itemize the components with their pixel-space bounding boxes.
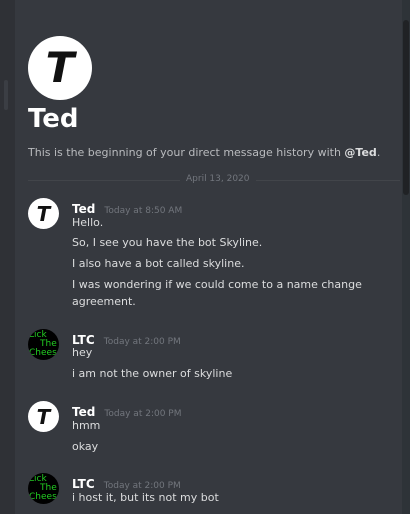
intro-end: . (376, 146, 381, 159)
author-name[interactable]: Ted (72, 202, 95, 216)
message-timestamp[interactable]: Today at 2:00 PM (104, 409, 181, 419)
message-text: i am not the owner of skyline (72, 367, 233, 380)
message-text: Hello. (72, 216, 104, 229)
message-timestamp[interactable]: Today at 2:00 PM (104, 337, 181, 347)
side-panel-edge (0, 0, 15, 514)
message-timestamp[interactable]: Today at 8:50 AM (104, 206, 182, 216)
header-avatar[interactable]: T (28, 36, 92, 100)
date-divider-label: April 13, 2020 (180, 174, 256, 184)
scrollbar-thumb[interactable] (403, 20, 409, 195)
dm-channel-view: T Ted This is the beginning of your dire… (0, 0, 410, 514)
author-name[interactable]: Ted (72, 405, 95, 419)
user-mention[interactable]: @Ted (344, 146, 376, 159)
avatar-text: Cheese (29, 492, 59, 502)
avatar[interactable]: Lick The Cheese (28, 473, 59, 504)
panel-marker (4, 80, 8, 110)
message-text: hmm (72, 419, 101, 432)
dm-intro-text: This is the beginning of your direct mes… (28, 146, 380, 159)
author-name[interactable]: LTC (72, 477, 95, 491)
intro-text: This is the beginning of your direct mes… (28, 146, 345, 159)
scrollbar-track[interactable] (402, 0, 410, 514)
avatar-text: Cheese (29, 348, 59, 358)
message-text: okay (72, 440, 99, 453)
avatar[interactable]: T (28, 198, 59, 229)
message-text: I was wondering if we could come to a na… (72, 278, 362, 291)
ted-logo-icon: T (36, 201, 51, 226)
avatar[interactable]: Lick The Cheese (28, 329, 59, 360)
page-title: Ted (28, 104, 79, 134)
ted-logo-icon: T (36, 404, 51, 429)
avatar[interactable]: T (28, 401, 59, 432)
message-text: So, I see you have the bot Skyline. (72, 236, 263, 249)
ted-logo-icon: T (45, 43, 75, 92)
message-text: i host it, but its not my bot (72, 491, 219, 504)
message-text: agreement. (72, 295, 136, 308)
message-text: I also have a bot called skyline. (72, 257, 245, 270)
message-text: hey (72, 346, 93, 359)
